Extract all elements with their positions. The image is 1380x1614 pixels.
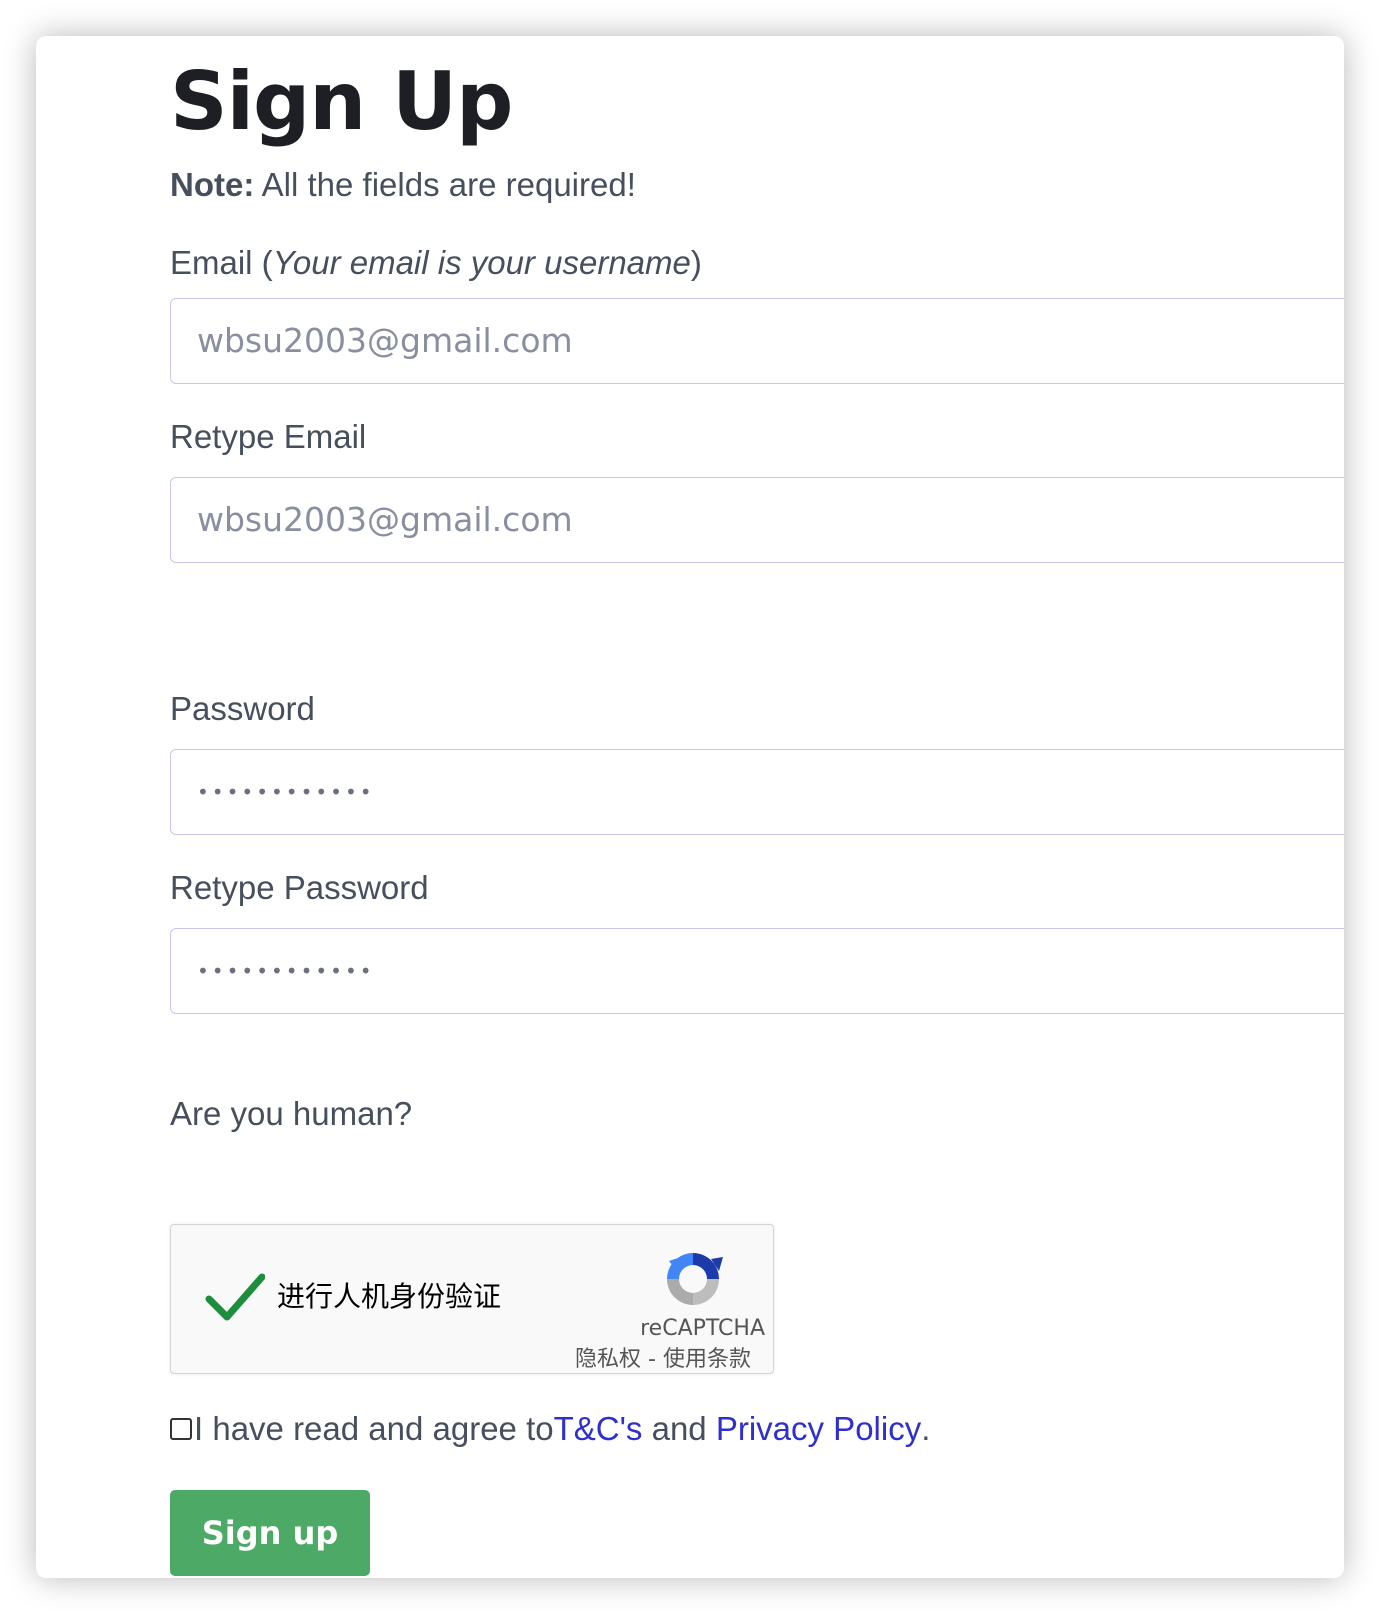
note-bold-label: Note: bbox=[170, 166, 255, 203]
captcha-question: Are you human? bbox=[170, 1095, 413, 1132]
recaptcha-terms-link[interactable]: 使用条款 bbox=[663, 1347, 751, 1372]
email-field[interactable]: wbsu2003@gmail.com bbox=[170, 298, 1344, 384]
agree-period: . bbox=[921, 1410, 931, 1447]
sign-up-button[interactable]: Sign up bbox=[170, 1490, 370, 1576]
retype-password-field-value: •••••••••••• bbox=[197, 959, 375, 983]
password-field[interactable]: •••••••••••• bbox=[170, 749, 1344, 835]
retype-email-field[interactable]: wbsu2003@gmail.com bbox=[170, 477, 1344, 563]
terms-agreement: I have read and agree to T&C's and Privac… bbox=[170, 1408, 930, 1450]
email-label-text: Email ( bbox=[170, 244, 273, 281]
retype-email-label: Retype Email bbox=[170, 418, 367, 455]
email-label-hint: Your email is your username bbox=[272, 244, 691, 281]
email-label-close: ) bbox=[690, 244, 702, 281]
recaptcha-label: 进行人机身份验证 bbox=[277, 1280, 502, 1313]
privacy-policy-link[interactable]: Privacy Policy bbox=[716, 1408, 921, 1450]
tc-link[interactable]: T&C's bbox=[554, 1408, 643, 1450]
recaptcha-brand: reCAPTCHA bbox=[640, 1316, 765, 1341]
agree-text: I have read and agree to bbox=[194, 1410, 554, 1447]
email-field-value: wbsu2003@gmail.com bbox=[197, 321, 573, 360]
retype-email-field-value: wbsu2003@gmail.com bbox=[197, 500, 573, 539]
agree-and-text: and bbox=[642, 1410, 716, 1447]
retype-password-field[interactable]: •••••••••••• bbox=[170, 928, 1344, 1014]
sign-up-window: Sign Up Note: All the fields are require… bbox=[36, 36, 1344, 1578]
page-title: Sign Up bbox=[170, 55, 513, 148]
password-label: Password bbox=[170, 690, 315, 727]
email-label: Email (Your email is your username) bbox=[170, 242, 702, 284]
retype-password-label: Retype Password bbox=[170, 869, 429, 906]
note-text: All the fields are required! bbox=[254, 166, 636, 203]
recaptcha-widget[interactable]: 进行人机身份验证 reCAPTCHA 隐私权 - 使用条款 bbox=[170, 1224, 774, 1374]
recaptcha-links: 隐私权 - 使用条款 bbox=[575, 1346, 751, 1374]
password-field-value: •••••••••••• bbox=[197, 780, 375, 804]
checkmark-icon[interactable] bbox=[205, 1267, 265, 1327]
agree-checkbox[interactable] bbox=[170, 1418, 192, 1440]
recaptcha-link-separator: - bbox=[641, 1347, 663, 1372]
recaptcha-logo-icon bbox=[667, 1253, 723, 1305]
recaptcha-privacy-link[interactable]: 隐私权 bbox=[575, 1347, 641, 1372]
required-note: Note: All the fields are required! bbox=[170, 164, 636, 206]
